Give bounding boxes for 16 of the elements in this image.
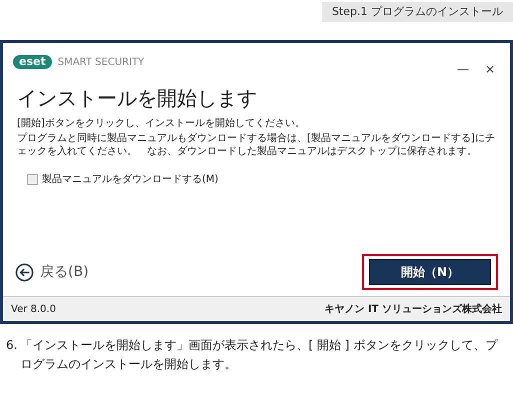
checkbox[interactable] bbox=[27, 174, 38, 184]
product-name: SMART SECURITY bbox=[58, 56, 144, 68]
close-button[interactable]: × bbox=[480, 62, 500, 76]
version-text: Ver 8.0.0 bbox=[11, 304, 56, 314]
step-number: 6. bbox=[6, 337, 18, 354]
start-button[interactable]: 開始（N） bbox=[369, 259, 491, 285]
checkbox-label: 製品マニュアルをダウンロードする(M) bbox=[42, 172, 218, 186]
instruction-text: [開始]ボタンをクリックし、インストールを開始してください。 bbox=[17, 117, 306, 130]
logo-badge: eset bbox=[13, 55, 52, 69]
back-button[interactable]: 戻る(B) bbox=[15, 262, 89, 282]
caption-text: 「インストールを開始します」画面が表示されたら、[ 開始 ] ボタンをクリックして、プログラムのインストールを開始します。 bbox=[20, 337, 499, 373]
page-title: インストールを開始します bbox=[17, 85, 258, 112]
step-label: Step.1 プログラムのインストール bbox=[322, 2, 513, 22]
company-name: キヤノン IT ソリューションズ株式会社 bbox=[324, 302, 502, 316]
minimize-button[interactable]: — bbox=[452, 62, 474, 76]
instruction-text: プログラムと同時に製品マニュアルもダウンロードする場合は、[製品マニュアルをダウンロードする]にチェックを入れてください。 なお、ダウンロードした製品マニュアルはデスクトップに保存されます。 bbox=[17, 132, 496, 158]
